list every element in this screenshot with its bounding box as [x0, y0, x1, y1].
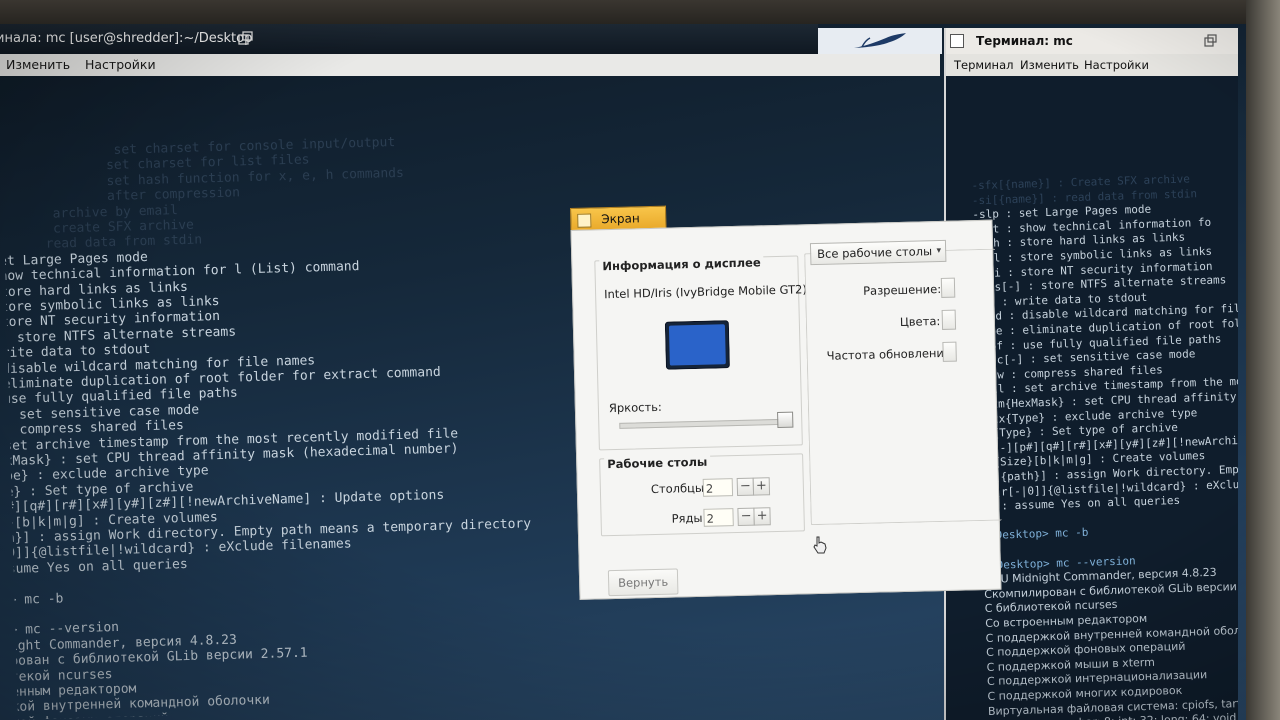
display-settings-dialog: Экран Информация о дисплее Intel HD/Iris… — [570, 198, 1002, 600]
rows-decrement-button[interactable]: − — [737, 507, 755, 526]
colors-label: Цвета: — [899, 313, 941, 329]
desktops-group: Рабочие столы Столбцы: 2 − + Ряды: 2 − + — [599, 453, 805, 537]
rows-input[interactable]: 2 — [703, 508, 734, 527]
display-info-group: Информация о дисплее Intel HD/Iris (IvyB… — [594, 255, 807, 451]
resolution-dropdown[interactable] — [940, 277, 956, 298]
hand-cursor-icon — [813, 536, 827, 554]
brightness-slider-track[interactable] — [619, 418, 786, 429]
dropdown-arrow-icon: ▾ — [936, 245, 942, 257]
columns-decrement-button[interactable]: − — [736, 477, 755, 497]
resolution-label: Разрешение: — [862, 281, 942, 298]
window-menu-checkbox[interactable] — [577, 213, 592, 228]
rows-increment-button[interactable]: + — [753, 507, 771, 526]
refresh-rate-dropdown[interactable] — [942, 341, 957, 362]
brightness-label: Яркость: — [608, 399, 663, 416]
restore-window-icon[interactable] — [1204, 34, 1218, 47]
menu-item-edit[interactable]: Изменить — [6, 54, 70, 76]
desktop-select-dropdown[interactable]: Все рабочие столы ▾ — [809, 239, 947, 266]
desktop-select-value: Все рабочие столы — [817, 244, 933, 261]
monitor-icon — [664, 320, 730, 370]
restore-window-icon[interactable] — [238, 31, 254, 45]
left-window-titlebar[interactable]: инала: mc [user@shredder]:~/Desktop — [0, 24, 818, 54]
columns-input[interactable]: 2 — [702, 478, 734, 497]
colors-dropdown[interactable] — [941, 309, 957, 330]
screen: инала: mc [user@shredder]:~/Desktop Изме… — [0, 24, 1248, 720]
dialog-body: Информация о дисплее Intel HD/Iris (IvyB… — [570, 219, 1002, 600]
dialog-title: Экран — [601, 211, 640, 227]
desktops-label: Рабочие столы — [604, 454, 711, 472]
rows-label: Ряды: — [671, 510, 707, 526]
left-window-title: инала: mc [user@shredder]:~/Desktop — [0, 31, 253, 46]
revert-button[interactable]: Вернуть — [607, 568, 679, 597]
right-window-titlebar[interactable]: Терминал: mc [user@shredder]:~/Desktop — [946, 28, 1238, 74]
columns-increment-button[interactable]: + — [752, 477, 771, 496]
display-info-label: Информация о дисплее — [599, 255, 764, 274]
window-menu-checkbox[interactable] — [950, 34, 964, 48]
columns-label: Столбцы: — [650, 480, 709, 497]
display-adapter-name: Intel HD/Iris (IvyBridge Mobile GT2) — [603, 282, 808, 302]
brightness-slider-handle[interactable] — [777, 411, 794, 428]
panel-logo-area — [818, 28, 942, 54]
monitor-bezel-right — [1246, 0, 1280, 720]
menu-item-terminal[interactable]: Терминал — [954, 54, 1013, 76]
terminal-line: > mc -b — [8, 591, 64, 608]
feather-logo-icon — [854, 33, 906, 48]
